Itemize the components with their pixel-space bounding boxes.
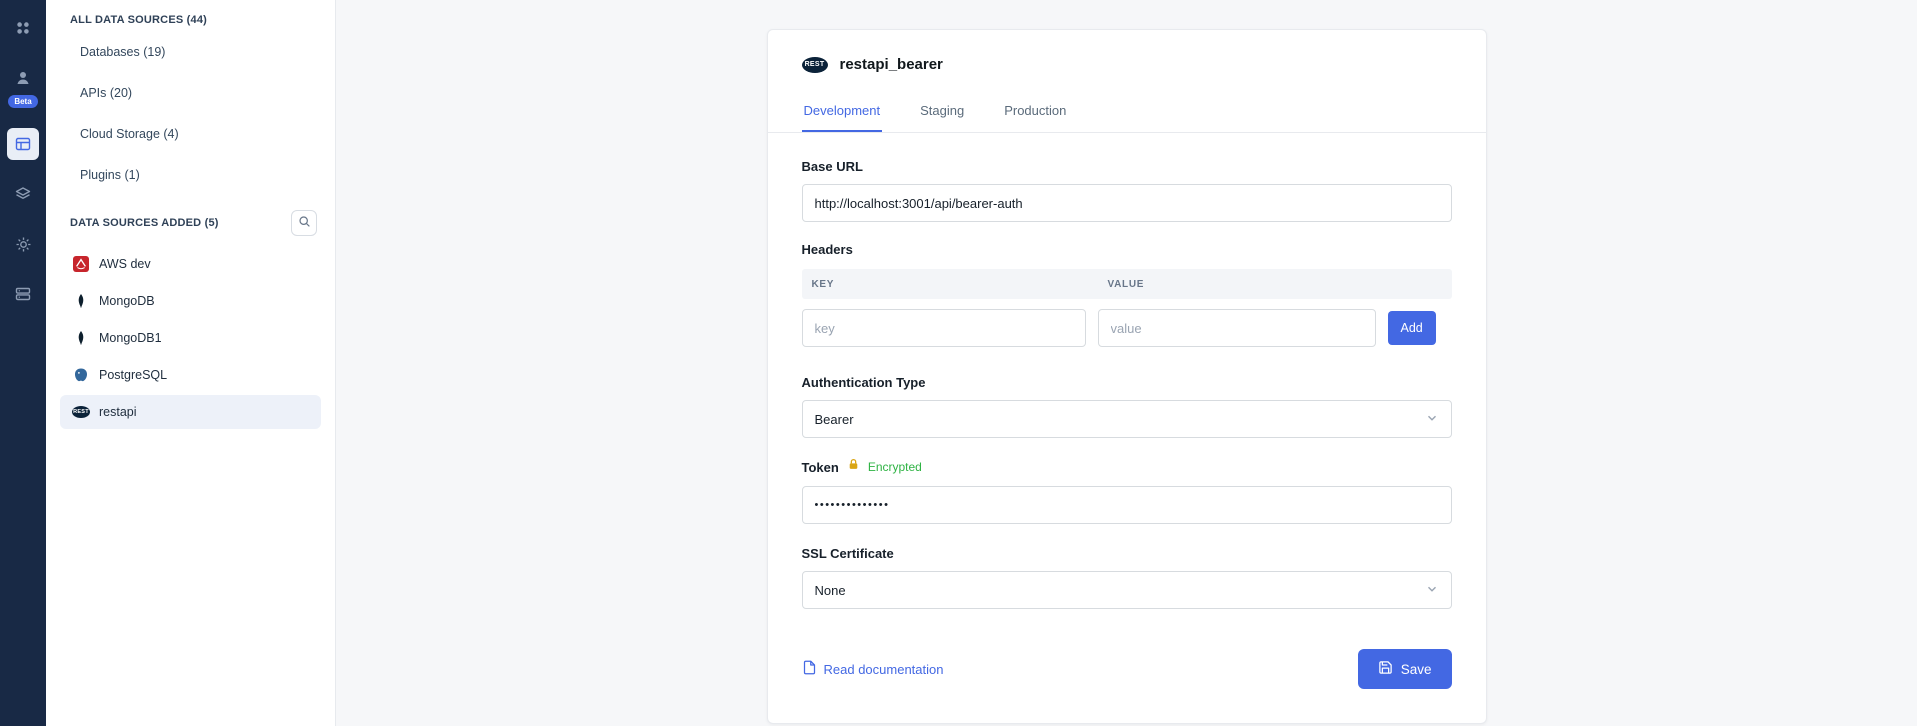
auth-type-label: Authentication Type — [802, 375, 1452, 390]
card-footer: Read documentation Save — [802, 649, 1452, 689]
datasource-config-card: REST restapi_bearer Development Staging … — [767, 29, 1487, 724]
aws-icon — [72, 255, 90, 273]
data-sources-nav-icon[interactable] — [7, 128, 39, 160]
data-sources-added-title: DATA SOURCES ADDED (5) — [70, 217, 219, 229]
headers-value-column: VALUE — [1098, 279, 1145, 290]
beta-badge: Beta — [8, 95, 37, 108]
data-sources-added-header: DATA SOURCES ADDED (5) — [60, 198, 321, 244]
save-icon — [1378, 660, 1393, 678]
datasource-item-postgresql[interactable]: PostgreSQL — [60, 358, 321, 392]
token-label-row: Token Encrypted — [802, 458, 1452, 476]
apps-grid-icon[interactable] — [7, 12, 39, 44]
headers-key-column: KEY — [802, 279, 1098, 290]
user-icon[interactable] — [7, 62, 39, 94]
datasource-item-mongodb1[interactable]: MongoDB1 — [60, 321, 321, 355]
documentation-icon — [802, 660, 817, 678]
main-content: REST restapi_bearer Development Staging … — [336, 0, 1917, 726]
base-url-label: Base URL — [802, 159, 1452, 174]
datasource-item-aws-dev[interactable]: AWS dev — [60, 247, 321, 281]
headers-input-row: Add — [802, 309, 1452, 347]
auth-type-value: Bearer — [815, 412, 854, 427]
header-key-input[interactable] — [802, 309, 1086, 347]
chevron-down-icon — [1425, 582, 1439, 599]
datasource-item-mongodb[interactable]: MongoDB — [60, 284, 321, 318]
tab-staging[interactable]: Staging — [918, 93, 966, 132]
server-icon[interactable] — [7, 278, 39, 310]
base-url-input[interactable] — [802, 184, 1452, 222]
save-button[interactable]: Save — [1358, 649, 1452, 689]
tab-production[interactable]: Production — [1002, 93, 1068, 132]
lock-icon — [847, 458, 860, 476]
mongodb-leaf-icon — [72, 329, 90, 347]
auth-type-group: Authentication Type Bearer — [802, 375, 1452, 438]
rest-api-icon: REST — [802, 57, 828, 73]
sidebar-item-cloud-storage[interactable]: Cloud Storage (4) — [60, 116, 321, 152]
datasource-label: MongoDB — [99, 294, 155, 308]
save-button-label: Save — [1401, 662, 1432, 677]
ssl-certificate-value: None — [815, 583, 846, 598]
datasource-label: MongoDB1 — [99, 331, 162, 345]
data-sources-sidebar: ALL DATA SOURCES (44) Databases (19) API… — [46, 0, 336, 726]
auth-type-select[interactable]: Bearer — [802, 400, 1452, 438]
postgresql-icon — [72, 366, 90, 384]
sidebar-item-plugins[interactable]: Plugins (1) — [60, 157, 321, 193]
ssl-certificate-select[interactable]: None — [802, 571, 1452, 609]
settings-gear-icon[interactable] — [7, 228, 39, 260]
card-header: REST restapi_bearer — [802, 56, 1452, 73]
headers-table-header: KEY VALUE — [802, 269, 1452, 299]
tab-development[interactable]: Development — [802, 93, 883, 132]
token-input[interactable] — [802, 486, 1452, 524]
mongodb-leaf-icon — [72, 292, 90, 310]
app-rail: Beta — [0, 0, 46, 726]
search-icon — [298, 215, 311, 231]
sidebar-item-databases[interactable]: Databases (19) — [60, 34, 321, 70]
datasource-label: restapi — [99, 405, 137, 419]
read-documentation-link[interactable]: Read documentation — [802, 660, 944, 678]
datasource-item-restapi[interactable]: REST restapi — [60, 395, 321, 429]
headers-group: Headers KEY VALUE Add — [802, 242, 1452, 347]
read-documentation-label: Read documentation — [824, 662, 944, 677]
layers-icon[interactable] — [7, 178, 39, 210]
datasource-label: AWS dev — [99, 257, 151, 271]
token-label: Token — [802, 460, 839, 475]
environment-tabs: Development Staging Production — [768, 93, 1486, 133]
rest-api-icon: REST — [72, 403, 90, 421]
search-button[interactable] — [291, 210, 317, 236]
datasource-label: PostgreSQL — [99, 368, 167, 382]
header-value-input[interactable] — [1098, 309, 1376, 347]
page-title: restapi_bearer — [840, 56, 943, 73]
base-url-group: Base URL — [802, 159, 1452, 222]
ssl-certificate-group: SSL Certificate None — [802, 546, 1452, 609]
encrypted-badge: Encrypted — [868, 460, 922, 474]
ssl-certificate-label: SSL Certificate — [802, 546, 1452, 561]
chevron-down-icon — [1425, 411, 1439, 428]
headers-label: Headers — [802, 242, 1452, 257]
app-root: Beta ALL DATA SOURCES (44) Databases (19… — [0, 0, 1917, 726]
token-group: Token Encrypted — [802, 458, 1452, 524]
add-header-button[interactable]: Add — [1388, 311, 1436, 345]
sidebar-item-apis[interactable]: APIs (20) — [60, 75, 321, 111]
all-data-sources-title: ALL DATA SOURCES (44) — [60, 2, 321, 34]
